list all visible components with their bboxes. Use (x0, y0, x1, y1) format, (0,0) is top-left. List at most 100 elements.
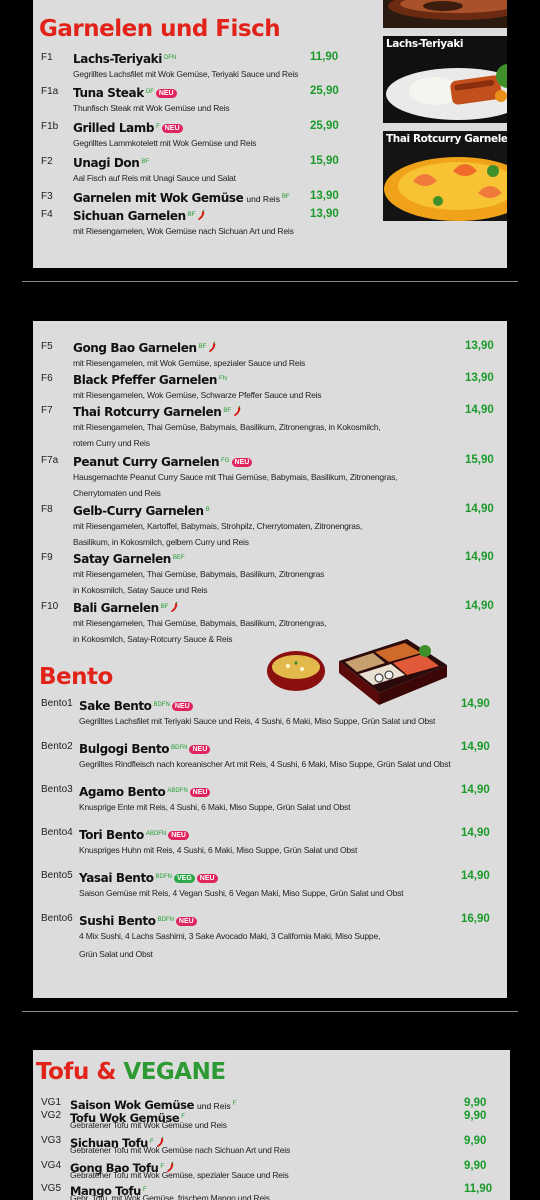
item-price: 14,90 (461, 698, 490, 710)
item-name: Agamo Bento (79, 785, 166, 799)
new-badge: NEU (155, 89, 177, 98)
item-description: in Kokosmilch, Satay-Rotcurry Sauce & Re… (73, 634, 233, 644)
item-code: F4 (41, 209, 53, 220)
item-description: mit Riesengarnelen, Wok Gemüse nach Sich… (73, 226, 294, 236)
item-price: 25,90 (310, 120, 339, 132)
item-description: Gegrilltes Lachsfilet mit Wok Gemüse, Te… (73, 69, 299, 79)
allergen-tags: BF (160, 604, 169, 610)
item-name: Unagi Don (73, 156, 140, 170)
item-name: Tori Bento (79, 828, 144, 842)
item-description: Cherrytomaten und Reis (73, 488, 161, 498)
item-code: F1a (41, 86, 59, 97)
dish-photo-thai-rotcurry: Thai Rotcurry Garnelen F7 (383, 131, 507, 221)
item-description: Grün Salat und Obst (79, 949, 153, 959)
veg-badge: VEG (173, 874, 195, 883)
item-name: Garnelen mit Wok Gemüse (73, 191, 244, 205)
item-price: 9,90 (464, 1160, 487, 1172)
item-name: Sushi Bento (79, 914, 156, 928)
allergen-tags: FN (219, 376, 228, 382)
allergen-tags: FG (221, 458, 230, 464)
item-code: F2 (41, 156, 53, 167)
item-description: mit Riesengarnelen, Thai Gemüse, Babymai… (73, 618, 327, 628)
item-description: Knuspriges Huhn mit Reis, 4 Sushi, 6 Mak… (79, 845, 358, 855)
item-name: Grilled Lamb (73, 121, 155, 135)
item-description: Aal Fisch auf Reis mit Unagi Sauce und S… (73, 173, 236, 183)
item-description: Saison Gemüse mit Reis, 4 Vegan Sushi, 6… (79, 888, 404, 898)
section-title-tofu-vegane: Tofu & VEGANE (36, 1059, 226, 1085)
item-name: Black Pfeffer Garnelen (73, 373, 218, 387)
item-description: Gebr. Tofu, mit Wok Gemüse, frischem Man… (70, 1193, 270, 1200)
item-name: Sake Bento (79, 699, 152, 713)
allergen-tags: BDFN (157, 917, 174, 923)
item-price: 11,90 (310, 51, 339, 63)
item-code: Bento1 (41, 698, 73, 709)
item-price: 14,90 (461, 741, 490, 753)
item-name: Bulgogi Bento (79, 742, 170, 756)
allergen-tags: B (205, 507, 210, 513)
menu-panel-tofu-vegane: Tofu & VEGANE VG1 Saison Wok Gemüse und Re… (33, 1050, 510, 1200)
allergen-tags: ABDFN (167, 788, 188, 794)
photo-caption: Lachs-Teriyaki (386, 38, 464, 50)
miso-soup-image (267, 651, 325, 691)
allergen-tags: BF (141, 159, 150, 165)
item-description: Gegrilltes Lachsfilet mit Teriyaki Sauce… (79, 716, 436, 726)
allergen-tags: BDFN (153, 702, 170, 708)
item-name-extra: und Reis (246, 194, 280, 204)
new-badge: NEU (171, 702, 193, 711)
item-price: 9,90 (464, 1110, 487, 1122)
item-name: Lachs-Teriyaki (73, 52, 162, 66)
item-code: Bento5 (41, 870, 73, 881)
item-price: 14,90 (465, 600, 494, 612)
item-name-extra: und Reis (197, 1101, 231, 1111)
item-description: Thunfisch Steak mit Wok Gemüse und Reis (73, 103, 230, 113)
item-code: Bento2 (41, 741, 73, 752)
item-price: 15,90 (310, 155, 339, 167)
item-name-row: Garnelen mit Wok Gemüse und Reis BF (73, 189, 290, 207)
new-badge: NEU (161, 124, 183, 133)
item-description: Gebratener Tofu mit Wok Gemüse, speziale… (70, 1170, 289, 1180)
item-description: mit Riesengarnelen, mit Wok Gemüse, spez… (73, 358, 306, 368)
item-price: 15,90 (465, 454, 494, 466)
item-description: Knusprige Ente mit Reis, 4 Sushi, 6 Maki… (79, 802, 351, 812)
item-code: F6 (41, 373, 53, 384)
item-description: mit Riesengarnelen, Wok Gemüse, Schwarze… (73, 390, 322, 400)
chili-icon (198, 210, 205, 220)
allergen-tags: DF (145, 89, 154, 95)
dish-photo-f2: F2 (383, 0, 507, 28)
item-name: Sichuan Garnelen (73, 209, 186, 223)
item-name: Gelb-Curry Garnelen (73, 504, 204, 518)
allergen-tags: DFN (163, 55, 177, 61)
allergen-tags: F (232, 1101, 237, 1107)
allergen-tags: BDFN (171, 745, 188, 751)
new-badge: NEU (189, 745, 211, 754)
title-part-green: VEGANE (123, 1059, 226, 1085)
chili-icon (234, 406, 241, 416)
item-code: F1b (41, 121, 59, 132)
allergen-tags: F (156, 124, 160, 130)
item-price: 9,90 (464, 1135, 487, 1147)
item-code: F1 (41, 52, 53, 63)
item-name: Peanut Curry Garnelen (73, 455, 220, 469)
item-code: F8 (41, 504, 53, 515)
item-price: 13,90 (465, 340, 494, 352)
item-price: 13,90 (310, 190, 339, 202)
item-code: VG2 (41, 1110, 62, 1121)
item-code: F3 (41, 191, 53, 202)
allergen-tags: BDFN (155, 874, 172, 880)
menu-panel-garnelen-bento: F5 Gong Bao Garnelen BF 13,90 mit Riesengarn… (33, 321, 507, 998)
allergen-tags: BF (281, 194, 290, 200)
item-code: VG1 (41, 1097, 62, 1108)
new-badge: NEU (196, 874, 218, 883)
item-price: 14,90 (465, 503, 494, 515)
item-price: 13,90 (465, 372, 494, 384)
new-badge: NEU (175, 917, 197, 926)
item-code: VG3 (41, 1135, 62, 1146)
item-code: F7a (41, 455, 59, 466)
item-name: Tuna Steak (73, 86, 144, 100)
item-price: 14,90 (465, 404, 494, 416)
divider (22, 281, 518, 282)
chili-icon (171, 602, 178, 612)
allergen-tags: BF (223, 408, 232, 414)
allergen-tags: BF (187, 212, 196, 218)
allergen-tags: ABDFN (145, 831, 167, 837)
